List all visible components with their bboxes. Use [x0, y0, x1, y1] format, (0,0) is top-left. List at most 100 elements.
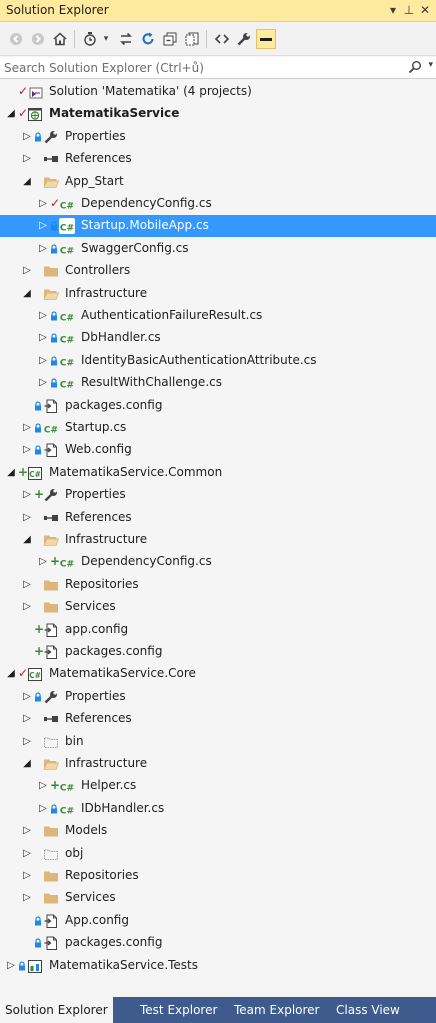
- collapsed-arrow-icon[interactable]: ▷: [22, 264, 32, 278]
- collapsed-arrow-icon[interactable]: ▷: [22, 869, 32, 883]
- tab-test-explorer[interactable]: Test Explorer: [135, 997, 222, 1023]
- tree-item[interactable]: ▷ + C# DependencyConfig.cs: [0, 551, 436, 573]
- tab-class-view[interactable]: Class View: [331, 997, 405, 1023]
- collapsed-arrow-icon[interactable]: ▷: [38, 197, 48, 211]
- collapsed-arrow-icon[interactable]: ▷: [22, 690, 32, 704]
- collapsed-arrow-icon[interactable]: ▷: [22, 488, 32, 502]
- collapsed-arrow-icon[interactable]: ▷: [6, 959, 16, 973]
- pending-changes-filter-button[interactable]: [80, 29, 100, 49]
- back-button[interactable]: [6, 29, 26, 49]
- tree-item[interactable]: ▷ Properties: [0, 686, 436, 708]
- tree-item[interactable]: ▷ obj: [0, 843, 436, 865]
- tree-item[interactable]: ▷ Repositories: [0, 574, 436, 596]
- tree-item[interactable]: ▷ Repositories: [0, 865, 436, 887]
- collapsed-arrow-icon[interactable]: ▷: [38, 242, 48, 256]
- tree-item[interactable]: ▷ Controllers: [0, 260, 436, 282]
- search-options-dropdown-icon[interactable]: ▾: [428, 60, 433, 70]
- close-icon[interactable]: ✕: [418, 2, 432, 18]
- show-all-files-button[interactable]: [182, 29, 202, 49]
- collapsed-arrow-icon[interactable]: ▷: [22, 421, 32, 435]
- tree-item[interactable]: ▷ References: [0, 148, 436, 170]
- collapsed-arrow-icon[interactable]: ▷: [22, 824, 32, 838]
- collapsed-arrow-icon[interactable]: ▷: [38, 779, 48, 793]
- tree-item[interactable]: App.config: [0, 910, 436, 932]
- forward-button[interactable]: [28, 29, 48, 49]
- tree-item[interactable]: ◢ Infrastructure: [0, 529, 436, 551]
- properties-button[interactable]: [234, 29, 254, 49]
- tree-item[interactable]: ▷ bin: [0, 731, 436, 753]
- expanded-arrow-icon[interactable]: ◢: [22, 757, 32, 771]
- expanded-arrow-icon[interactable]: ◢: [6, 107, 16, 121]
- tree-item[interactable]: ◢ App_Start: [0, 171, 436, 193]
- tree-item[interactable]: ▷ MatematikaService.Tests: [0, 955, 436, 977]
- tab-team-explorer[interactable]: Team Explorer: [229, 997, 325, 1023]
- expanded-arrow-icon[interactable]: ◢: [22, 533, 32, 547]
- tree-item[interactable]: ▷ C# Startup.MobileApp.cs: [0, 215, 436, 238]
- tree-item[interactable]: ◢ ✓ C# MatematikaService.Core: [0, 663, 436, 685]
- window-menu-dropdown-icon[interactable]: ▾: [386, 2, 400, 18]
- search-input[interactable]: [4, 59, 402, 77]
- tree-item[interactable]: ▷ ✓ C# DependencyConfig.cs: [0, 193, 436, 215]
- tree-item[interactable]: ▷ Properties: [0, 126, 436, 148]
- checked-in-lock-icon: [50, 243, 58, 254]
- tree-item[interactable]: ▷ C# Startup.cs: [0, 417, 436, 439]
- collapsed-arrow-icon[interactable]: ▷: [22, 443, 32, 457]
- tree-item[interactable]: + packages.config: [0, 641, 436, 663]
- tree-item[interactable]: ▷ Services: [0, 596, 436, 618]
- collapsed-arrow-icon[interactable]: ▷: [22, 152, 32, 166]
- tree-item[interactable]: ▷ Web.config: [0, 439, 436, 461]
- collapsed-arrow-icon[interactable]: ▷: [22, 735, 32, 749]
- tree-item[interactable]: ▷ + Properties: [0, 484, 436, 506]
- search-icon[interactable]: [408, 60, 422, 74]
- tree-item[interactable]: ▷ C# IdentityBasicAuthenticationAttribute.…: [0, 350, 436, 372]
- tree-item[interactable]: ◢ Infrastructure: [0, 753, 436, 775]
- collapsed-arrow-icon[interactable]: ▷: [38, 219, 48, 233]
- tree-item[interactable]: ▷ C# AuthenticationFailureResult.cs: [0, 305, 436, 327]
- view-code-button[interactable]: [212, 29, 232, 49]
- collapsed-arrow-icon[interactable]: ▷: [38, 354, 48, 368]
- collapsed-arrow-icon[interactable]: ▷: [22, 712, 32, 726]
- tree-item[interactable]: packages.config: [0, 932, 436, 954]
- home-button[interactable]: [50, 29, 70, 49]
- sync-with-document-button[interactable]: [116, 29, 136, 49]
- filter-dropdown[interactable]: ▾: [100, 29, 112, 49]
- expanded-arrow-icon[interactable]: ◢: [6, 466, 16, 480]
- collapsed-arrow-icon[interactable]: ▷: [22, 600, 32, 614]
- pin-icon[interactable]: ⊥: [402, 2, 416, 18]
- tree-item[interactable]: ▷ C# ResultWithChallenge.cs: [0, 372, 436, 394]
- tree-item[interactable]: ◢ Infrastructure: [0, 283, 436, 305]
- tree-item[interactable]: ◢ ✓ MatematikaService: [0, 103, 436, 125]
- refresh-button[interactable]: [138, 29, 158, 49]
- collapsed-arrow-icon[interactable]: ▷: [38, 802, 48, 816]
- tree-item-label: MatematikaService: [49, 106, 180, 121]
- collapsed-arrow-icon[interactable]: ▷: [38, 376, 48, 390]
- collapsed-arrow-icon[interactable]: ▷: [38, 331, 48, 345]
- expanded-arrow-icon[interactable]: ◢: [22, 175, 32, 189]
- tree-item[interactable]: ▷ C# DbHandler.cs: [0, 327, 436, 349]
- checked-in-lock-icon: [50, 803, 58, 814]
- tree-item[interactable]: + app.config: [0, 619, 436, 641]
- tab-solution-explorer[interactable]: Solution Explorer: [0, 997, 113, 1023]
- tree-item[interactable]: packages.config: [0, 395, 436, 417]
- tree-item[interactable]: ▷ References: [0, 507, 436, 529]
- collapsed-arrow-icon[interactable]: ▷: [22, 891, 32, 905]
- tree-item[interactable]: ▷ References: [0, 708, 436, 730]
- tree-item[interactable]: ▷ Services: [0, 887, 436, 909]
- collapsed-arrow-icon[interactable]: ▷: [22, 511, 32, 525]
- collapsed-arrow-icon[interactable]: ▷: [22, 578, 32, 592]
- tree-item[interactable]: ▷ + C# Helper.cs: [0, 775, 436, 797]
- expanded-arrow-icon[interactable]: ◢: [6, 667, 16, 681]
- collapsed-arrow-icon[interactable]: ▷: [38, 555, 48, 569]
- collapsed-arrow-icon[interactable]: ▷: [22, 130, 32, 144]
- preview-selected-items-toggle[interactable]: [256, 29, 276, 49]
- tree-item[interactable]: ▷ Models: [0, 820, 436, 842]
- collapsed-arrow-icon[interactable]: ▷: [22, 847, 32, 861]
- tree-item[interactable]: ✓ Solution 'Matematika' (4 projects): [0, 81, 436, 103]
- tree-item[interactable]: ▷ C# SwaggerConfig.cs: [0, 238, 436, 260]
- tree-item-label: DependencyConfig.cs: [81, 554, 212, 569]
- tree-item[interactable]: ▷ C# IDbHandler.cs: [0, 798, 436, 820]
- tree-item[interactable]: ◢ + C# MatematikaService.Common: [0, 462, 436, 484]
- collapse-all-button[interactable]: [160, 29, 180, 49]
- collapsed-arrow-icon[interactable]: ▷: [38, 309, 48, 323]
- expanded-arrow-icon[interactable]: ◢: [22, 287, 32, 301]
